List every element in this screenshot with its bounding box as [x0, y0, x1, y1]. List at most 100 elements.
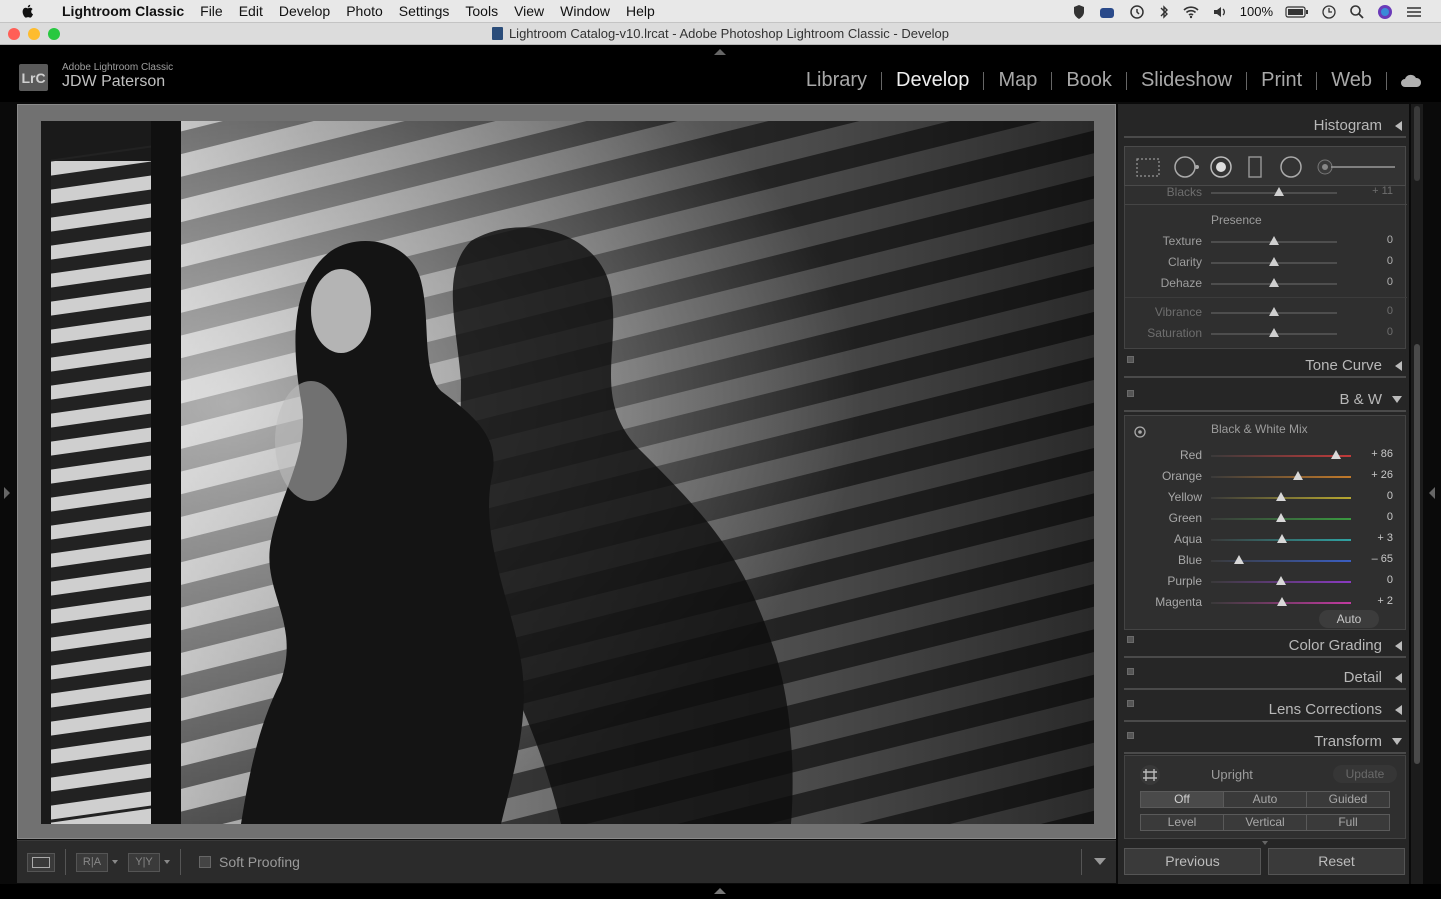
vibrance-slider-row[interactable]: Vibrance 0: [1125, 302, 1407, 323]
upright-off-button[interactable]: Off: [1141, 792, 1224, 807]
minimize-window-button[interactable]: [28, 28, 40, 40]
transform-header[interactable]: Transform: [1124, 726, 1406, 754]
spot-removal-tool[interactable]: [1174, 156, 1199, 178]
menu-settings[interactable]: Settings: [391, 3, 458, 19]
scroll-thumb[interactable]: [1414, 344, 1420, 764]
cloud-backup-icon[interactable]: [1098, 4, 1116, 20]
clarity-thumb[interactable]: [1269, 257, 1279, 266]
siri-icon[interactable]: [1377, 4, 1393, 20]
magenta-mix-value[interactable]: + 2: [1377, 595, 1393, 607]
blue-mix-slider-row[interactable]: Blue – 65: [1125, 550, 1407, 571]
before-after-dropdown[interactable]: [112, 860, 118, 864]
orange-mix-slider-row[interactable]: Orange + 26: [1125, 466, 1407, 487]
histogram-scroll-thumb[interactable]: [1414, 106, 1420, 181]
graduated-filter-tool[interactable]: [1248, 156, 1262, 178]
orange-mix-thumb[interactable]: [1292, 471, 1303, 480]
battery-icon[interactable]: [1285, 5, 1309, 18]
dehaze-value[interactable]: 0: [1387, 276, 1393, 288]
screen-time-icon[interactable]: [1321, 4, 1337, 20]
vibrance-value[interactable]: 0: [1387, 305, 1393, 317]
detail-toggle[interactable]: [1127, 668, 1134, 675]
color-grading-header[interactable]: Color Grading: [1124, 630, 1406, 658]
saturation-slider-row[interactable]: Saturation 0: [1125, 323, 1407, 344]
swap-dropdown[interactable]: [164, 860, 170, 864]
bw-header[interactable]: B & W: [1124, 384, 1406, 412]
saturation-value[interactable]: 0: [1387, 326, 1393, 338]
dehaze-slider-row[interactable]: Dehaze 0: [1125, 273, 1407, 294]
wifi-icon[interactable]: [1182, 4, 1200, 20]
menu-app-name[interactable]: Lightroom Classic: [52, 3, 192, 19]
transform-toggle[interactable]: [1127, 732, 1134, 739]
tone-curve-header[interactable]: Tone Curve: [1124, 350, 1406, 378]
texture-value[interactable]: 0: [1387, 234, 1393, 246]
menu-view[interactable]: View: [506, 3, 552, 19]
apple-icon[interactable]: [20, 3, 36, 19]
control-center-icon[interactable]: [1405, 4, 1423, 20]
blacks-thumb[interactable]: [1274, 187, 1284, 196]
bw-toggle[interactable]: [1127, 390, 1134, 397]
targeted-adjustment-icon[interactable]: [1133, 425, 1147, 439]
texture-thumb[interactable]: [1269, 236, 1279, 245]
module-library[interactable]: Library: [792, 69, 881, 92]
upright-update-button[interactable]: Update: [1333, 765, 1397, 783]
cloud-sync-icon[interactable]: [1399, 73, 1423, 89]
module-slideshow[interactable]: Slideshow: [1127, 69, 1246, 92]
yellow-mix-slider-row[interactable]: Yellow 0: [1125, 487, 1407, 508]
green-mix-slider-row[interactable]: Green 0: [1125, 508, 1407, 529]
upright-level-button[interactable]: Level: [1141, 815, 1224, 830]
upright-full-button[interactable]: Full: [1307, 815, 1389, 830]
menu-edit[interactable]: Edit: [231, 3, 271, 19]
swap-before-after-button[interactable]: Y|Y: [128, 852, 160, 872]
dehaze-thumb[interactable]: [1269, 278, 1279, 287]
shield-icon[interactable]: [1072, 4, 1086, 20]
menu-develop[interactable]: Develop: [271, 3, 338, 19]
clarity-slider-row[interactable]: Clarity 0: [1125, 252, 1407, 273]
magenta-mix-thumb[interactable]: [1277, 597, 1288, 606]
module-print[interactable]: Print: [1247, 69, 1316, 92]
adjustment-brush-tool[interactable]: [1317, 159, 1395, 175]
radial-filter-tool[interactable]: [1280, 156, 1302, 178]
color-grading-toggle[interactable]: [1127, 636, 1134, 643]
purple-mix-slider-row[interactable]: Purple 0: [1125, 571, 1407, 592]
green-mix-thumb[interactable]: [1276, 513, 1286, 522]
menu-help[interactable]: Help: [618, 3, 663, 19]
red-eye-tool[interactable]: [1210, 156, 1232, 178]
aqua-mix-thumb[interactable]: [1277, 534, 1288, 543]
red-mix-thumb[interactable]: [1330, 450, 1341, 459]
saturation-thumb[interactable]: [1269, 328, 1279, 337]
purple-mix-value[interactable]: 0: [1387, 574, 1393, 586]
module-web[interactable]: Web: [1317, 69, 1386, 92]
orange-mix-value[interactable]: + 26: [1371, 469, 1393, 481]
aqua-mix-slider-row[interactable]: Aqua + 3: [1125, 529, 1407, 550]
histogram-header[interactable]: Histogram: [1124, 110, 1406, 138]
module-book[interactable]: Book: [1052, 69, 1126, 92]
bw-auto-button[interactable]: Auto: [1319, 610, 1379, 628]
blacks-slider-row[interactable]: Blacks + 11: [1125, 182, 1407, 203]
clarity-value[interactable]: 0: [1387, 255, 1393, 267]
right-panel-collapse-arrow[interactable]: [1429, 487, 1435, 499]
blue-mix-thumb[interactable]: [1234, 555, 1244, 564]
upright-auto-button[interactable]: Auto: [1224, 792, 1307, 807]
guided-upright-icon[interactable]: [1139, 764, 1161, 786]
tone-curve-toggle[interactable]: [1127, 356, 1134, 363]
purple-mix-thumb[interactable]: [1276, 576, 1286, 585]
soft-proofing-label[interactable]: Soft Proofing: [219, 854, 300, 870]
vibrance-thumb[interactable]: [1269, 307, 1279, 316]
menu-photo[interactable]: Photo: [338, 3, 391, 19]
search-icon[interactable]: [1349, 4, 1365, 20]
reset-button[interactable]: Reset: [1268, 848, 1405, 875]
module-map[interactable]: Map: [984, 69, 1051, 92]
close-window-button[interactable]: [8, 28, 20, 40]
time-machine-icon[interactable]: [1128, 4, 1146, 20]
texture-slider-row[interactable]: Texture 0: [1125, 231, 1407, 252]
aqua-mix-value[interactable]: + 3: [1377, 532, 1393, 544]
detail-header[interactable]: Detail: [1124, 662, 1406, 690]
toolbar-content-menu[interactable]: [1094, 858, 1106, 865]
image-canvas[interactable]: [17, 104, 1116, 839]
green-mix-value[interactable]: 0: [1387, 511, 1393, 523]
previous-button[interactable]: Previous: [1124, 848, 1261, 875]
soft-proofing-checkbox[interactable]: [199, 856, 211, 868]
loupe-view-button[interactable]: [27, 852, 55, 872]
filmstrip-collapse-arrow[interactable]: [714, 888, 726, 894]
yellow-mix-thumb[interactable]: [1276, 492, 1286, 501]
